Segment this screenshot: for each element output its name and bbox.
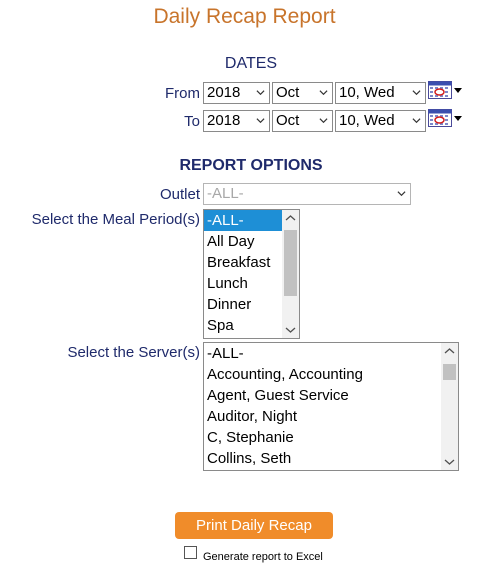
outlet-select[interactable]: -ALL- xyxy=(203,183,411,205)
to-year-select[interactable]: 2018 xyxy=(203,110,270,132)
chevron-down-icon xyxy=(256,90,265,96)
server-label: Select the Server(s) xyxy=(67,344,200,361)
from-month-value: Oct xyxy=(276,84,300,101)
calendar-icon[interactable] xyxy=(428,109,452,127)
from-year-select[interactable]: 2018 xyxy=(203,82,270,104)
excel-checkbox[interactable] xyxy=(184,546,197,559)
dates-heading: DATES xyxy=(224,55,278,72)
outlet-label: Outlet xyxy=(159,186,200,203)
chevron-down-icon xyxy=(256,118,265,124)
server-listbox[interactable]: -ALL- Accounting, Accounting Agent, Gues… xyxy=(203,342,459,471)
chevron-up-icon[interactable] xyxy=(441,343,458,360)
server-option-c-stephanie[interactable]: C, Stephanie xyxy=(204,427,458,448)
from-day-select[interactable]: 10, Wed xyxy=(335,82,426,104)
chevron-down-icon xyxy=(319,118,328,124)
meal-scrollbar-thumb[interactable] xyxy=(284,230,297,296)
server-option-all[interactable]: -ALL- xyxy=(204,343,458,364)
chevron-down-icon xyxy=(412,90,421,96)
chevron-down-icon xyxy=(412,118,421,124)
chevron-down-icon xyxy=(397,191,406,197)
from-day-value: 10, Wed xyxy=(339,84,395,101)
server-option-collins-seth[interactable]: Collins, Seth xyxy=(204,448,458,469)
meal-scrollbar[interactable] xyxy=(282,210,299,338)
to-year-value: 2018 xyxy=(207,112,241,129)
server-option-night-auditor[interactable]: Auditor, Night xyxy=(204,406,458,427)
report-options-heading: REPORT OPTIONS xyxy=(179,157,323,174)
calendar-dropdown-icon[interactable] xyxy=(454,88,462,93)
excel-checkbox-label: Generate report to Excel xyxy=(203,551,323,563)
meal-period-label: Select the Meal Period(s) xyxy=(31,211,200,228)
chevron-down-icon[interactable] xyxy=(441,453,458,470)
chevron-down-icon[interactable] xyxy=(282,321,299,338)
to-day-select[interactable]: 10, Wed xyxy=(335,110,426,132)
to-day-value: 10, Wed xyxy=(339,112,395,129)
chevron-up-icon[interactable] xyxy=(282,210,299,227)
to-label: To xyxy=(184,113,200,130)
server-option-accounting[interactable]: Accounting, Accounting xyxy=(204,364,458,385)
server-option-guest-service[interactable]: Agent, Guest Service xyxy=(204,385,458,406)
calendar-dropdown-icon[interactable] xyxy=(454,116,462,121)
meal-period-listbox[interactable]: -ALL- All Day Breakfast Lunch Dinner Spa xyxy=(203,209,300,339)
server-scrollbar-thumb[interactable] xyxy=(443,364,456,380)
server-scrollbar[interactable] xyxy=(441,343,458,470)
from-month-select[interactable]: Oct xyxy=(272,82,333,104)
to-month-value: Oct xyxy=(276,112,300,129)
outlet-value: -ALL- xyxy=(207,185,244,202)
to-month-select[interactable]: Oct xyxy=(272,110,333,132)
calendar-icon[interactable] xyxy=(428,81,452,99)
from-year-value: 2018 xyxy=(207,84,241,101)
print-daily-recap-button[interactable]: Print Daily Recap xyxy=(175,512,333,539)
chevron-down-icon xyxy=(319,90,328,96)
from-label: From xyxy=(165,85,200,102)
page-title: Daily Recap Report xyxy=(153,5,336,28)
